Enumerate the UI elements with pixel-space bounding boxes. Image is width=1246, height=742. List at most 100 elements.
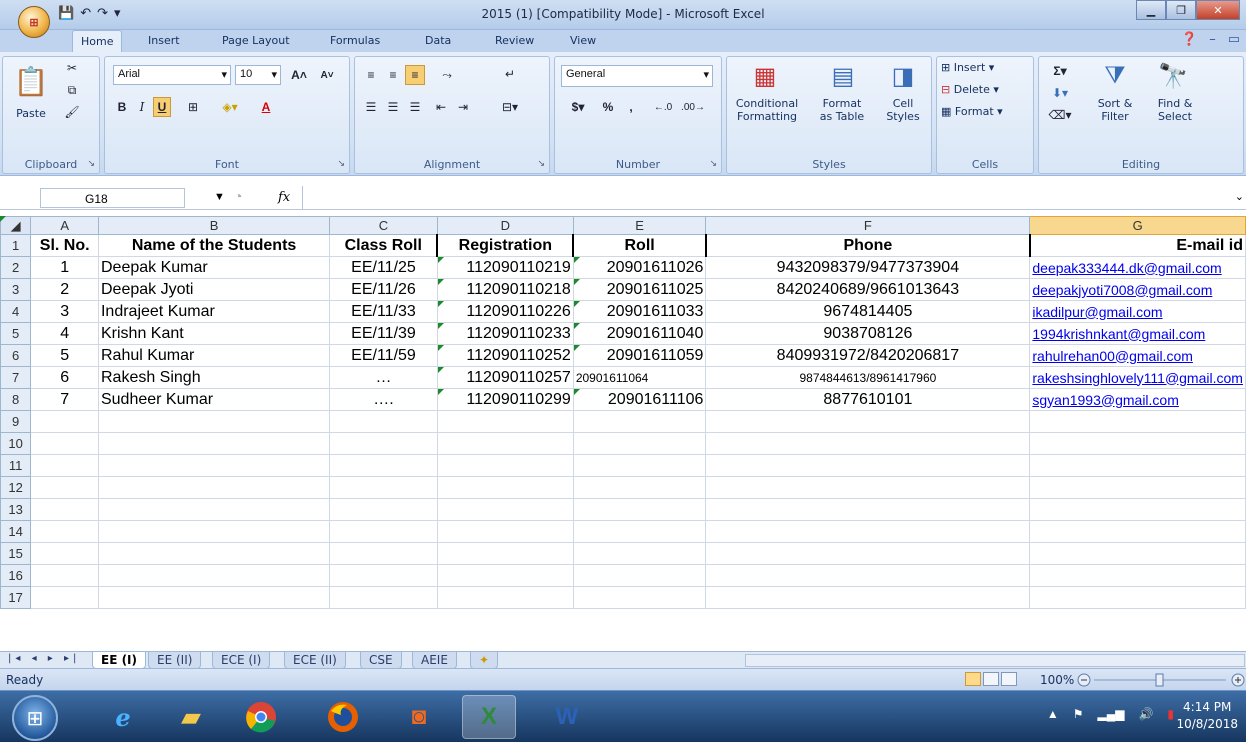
tab-review[interactable]: Review [495, 34, 534, 47]
header-cell-registration[interactable]: Registration [436, 234, 575, 257]
cell-name[interactable]: Deepak Jyoti [97, 278, 331, 301]
cell-email[interactable] [1029, 454, 1246, 477]
cell-sl-no[interactable]: 7 [30, 388, 99, 411]
cell-registration[interactable] [436, 454, 574, 477]
cell-email[interactable]: rakeshsinghlovely111@gmail.com [1029, 366, 1246, 389]
column-header-f[interactable]: F [705, 216, 1031, 235]
flag-icon[interactable]: ⚑ [1073, 707, 1084, 721]
office-app-icon[interactable]: ◙ [392, 695, 446, 739]
cell-phone[interactable]: 9874844613/8961417960 [705, 366, 1031, 389]
delete-cells-button[interactable]: ⊟ Delete ▾ [941, 83, 1029, 96]
row-header[interactable]: 3 [0, 278, 32, 301]
clock[interactable]: 4:14 PM 10/8/2018 [1176, 699, 1238, 733]
internet-explorer-icon[interactable]: e [96, 695, 150, 739]
cell-roll[interactable]: 20901611040 [572, 322, 707, 345]
align-left-icon[interactable]: ☰ [361, 97, 381, 117]
cell-class-roll[interactable]: … [329, 366, 438, 389]
dialog-launcher-icon[interactable]: ↘ [537, 158, 545, 169]
cell-sl-no[interactable] [30, 476, 99, 499]
bold-icon[interactable]: B [113, 97, 131, 117]
header-cell-sl-no[interactable]: Sl. No. [30, 234, 99, 257]
insert-function-icon[interactable]: fx [278, 190, 290, 205]
header-cell-roll[interactable]: Roll [572, 234, 707, 257]
cell-class-roll[interactable] [329, 564, 438, 587]
autosum-icon[interactable]: Σ▾ [1047, 61, 1073, 81]
expand-formula-bar-icon[interactable]: ⌄ [1235, 190, 1244, 203]
column-header-g[interactable]: G [1029, 216, 1246, 235]
office-button[interactable]: ⊞ [18, 6, 50, 38]
comma-icon[interactable]: , [621, 97, 641, 117]
cell-roll[interactable]: 20901611025 [572, 278, 707, 301]
row-header[interactable]: 9 [0, 410, 32, 433]
cell-phone[interactable] [705, 476, 1031, 499]
cell-phone[interactable] [705, 542, 1031, 565]
row-header[interactable]: 17 [0, 586, 32, 609]
row-header[interactable]: 2 [0, 256, 32, 279]
align-center-icon[interactable]: ☰ [383, 97, 403, 117]
start-button[interactable]: ⊞ [12, 695, 58, 741]
sheet-nav-icon[interactable]: |◂ ◂ ▸ ▸| [8, 653, 80, 664]
tab-view[interactable]: View [570, 34, 596, 47]
cell-name[interactable]: Deepak Kumar [97, 256, 331, 279]
cell-email[interactable] [1029, 476, 1246, 499]
column-header-b[interactable]: B [97, 216, 331, 235]
row-header[interactable]: 6 [0, 344, 32, 367]
row-header[interactable]: 16 [0, 564, 32, 587]
cell-name[interactable] [97, 586, 331, 609]
cell-phone[interactable] [705, 520, 1031, 543]
underline-icon[interactable]: U [153, 97, 171, 117]
fill-color-icon[interactable]: ◈▾ [215, 97, 245, 117]
word-taskbar-icon[interactable]: W [540, 695, 594, 739]
cell-class-roll[interactable] [329, 498, 438, 521]
row-header[interactable]: 13 [0, 498, 32, 521]
cell-phone[interactable] [705, 410, 1031, 433]
cell-email[interactable] [1029, 410, 1246, 433]
row-header[interactable]: 1 [0, 234, 32, 257]
fill-icon[interactable]: ⬇▾ [1047, 83, 1073, 103]
cell-class-roll[interactable] [329, 476, 438, 499]
tab-insert[interactable]: Insert [148, 34, 180, 47]
cell-name[interactable]: Krishn Kant [97, 322, 331, 345]
cell-sl-no[interactable]: 2 [30, 278, 99, 301]
volume-icon[interactable]: 🔊 [1138, 707, 1153, 721]
font-size-select[interactable]: 10 ▾ [235, 65, 281, 85]
maximize-button[interactable]: ❐ [1166, 0, 1196, 20]
cell-registration[interactable] [436, 476, 574, 499]
cut-icon[interactable]: ✂ [63, 59, 81, 77]
cell-class-roll[interactable] [329, 586, 438, 609]
insert-sheet-icon[interactable]: ✦ [470, 652, 499, 669]
show-hidden-icons-icon[interactable]: ▲ [1047, 707, 1059, 721]
cell-email[interactable]: sgyan1993@gmail.com [1029, 388, 1246, 411]
cell-email[interactable]: rahulrehan00@gmail.com [1029, 344, 1246, 367]
cell-name[interactable] [97, 476, 331, 499]
cell-styles-icon[interactable]: ◨ [885, 59, 921, 93]
cell-styles-button[interactable]: Cell Styles [877, 97, 929, 123]
cell-name[interactable] [97, 410, 331, 433]
cell-roll[interactable] [572, 432, 707, 455]
cell-name[interactable]: Rakesh Singh [97, 366, 331, 389]
sheet-tab-ee-i[interactable]: EE (I) [92, 652, 147, 669]
cell-phone[interactable]: 9674814405 [705, 300, 1031, 323]
cell-sl-no[interactable] [30, 454, 99, 477]
increase-indent-icon[interactable]: ⇥ [453, 97, 473, 117]
cell-registration[interactable] [436, 542, 574, 565]
clear-icon[interactable]: ⌫▾ [1047, 105, 1073, 125]
cell-roll[interactable]: 20901611059 [572, 344, 707, 367]
header-cell-class-roll[interactable]: Class Roll [329, 234, 439, 257]
decrease-decimal-icon[interactable]: .00→ [679, 97, 707, 117]
format-as-table-icon[interactable]: ▤ [825, 59, 861, 93]
find-select-icon[interactable]: 🔭 [1155, 59, 1191, 93]
cell-roll[interactable] [572, 476, 707, 499]
normal-view-icon[interactable] [965, 672, 981, 686]
page-layout-view-icon[interactable] [983, 672, 999, 686]
cell-phone[interactable]: 9038708126 [705, 322, 1031, 345]
tab-page-layout[interactable]: Page Layout [222, 34, 290, 47]
ribbon-minimize-icon[interactable]: – [1209, 32, 1216, 47]
header-cell-name[interactable]: Name of the Students [97, 234, 331, 257]
zoom-slider[interactable] [1076, 673, 1246, 687]
cell-email[interactable] [1029, 564, 1246, 587]
cell-phone[interactable]: 8877610101 [705, 388, 1031, 411]
page-break-view-icon[interactable] [1001, 672, 1017, 686]
excel-taskbar-icon[interactable]: X [462, 695, 516, 739]
insert-cells-button[interactable]: ⊞ Insert ▾ [941, 61, 1029, 74]
